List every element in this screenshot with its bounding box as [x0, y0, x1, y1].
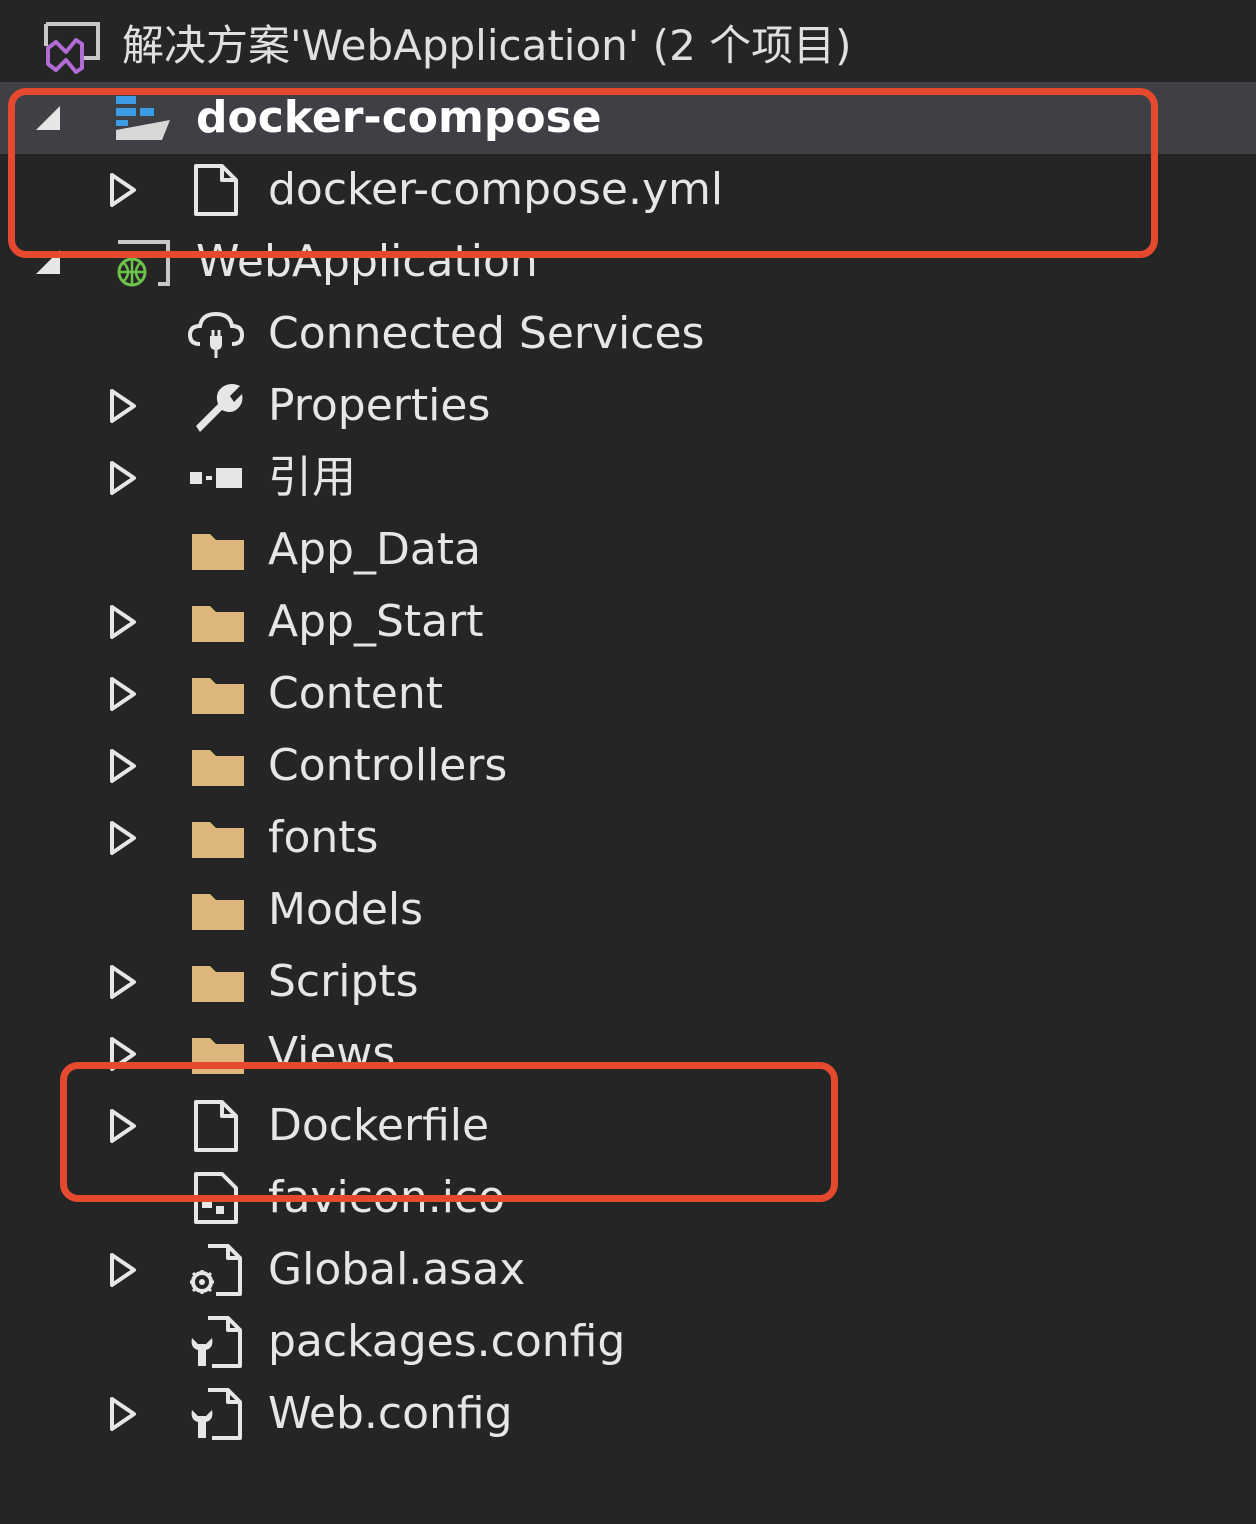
tree-item-favicon[interactable]: favicon.ico	[0, 1162, 1256, 1234]
tree-item-properties[interactable]: Properties	[0, 370, 1256, 442]
tree-item-label: 引用	[268, 452, 356, 503]
tree-item-label: packages.config	[268, 1316, 626, 1367]
expand-arrow-icon[interactable]	[104, 1252, 140, 1288]
references-icon	[190, 468, 242, 488]
tree-item-packages-config[interactable]: packages.config	[0, 1306, 1256, 1378]
collapse-arrow-icon[interactable]	[30, 244, 66, 280]
file-icon	[194, 164, 238, 216]
tree-item-label: Properties	[268, 380, 491, 431]
file-icon	[194, 1100, 238, 1152]
solution-title: 解决方案'WebApplication' (2 个项目)	[122, 21, 852, 70]
expand-arrow-icon[interactable]	[104, 460, 140, 496]
tree-item-connected-services[interactable]: Connected Services	[0, 298, 1256, 370]
visual-studio-solution-icon	[44, 22, 100, 74]
tree-item-references[interactable]: 引用	[0, 442, 1256, 514]
folder-icon	[192, 894, 244, 930]
tree-item-label: docker-compose.yml	[268, 164, 724, 215]
expand-arrow-icon[interactable]	[104, 604, 140, 640]
tree-item-label: Content	[268, 668, 443, 719]
expand-arrow-icon[interactable]	[104, 820, 140, 856]
tree-item-content[interactable]: Content	[0, 658, 1256, 730]
config-file-icon	[191, 1388, 242, 1440]
config-file-icon	[191, 1316, 242, 1368]
folder-icon	[192, 606, 244, 642]
tree-item-scripts[interactable]: Scripts	[0, 946, 1256, 1018]
tree-item-controllers[interactable]: Controllers	[0, 730, 1256, 802]
tree-item-webapplication[interactable]: WebApplication	[0, 226, 1256, 298]
tree-item-label: Global.asax	[268, 1244, 526, 1295]
tree-item-label: Connected Services	[268, 308, 705, 359]
tree-item-views[interactable]: Views	[0, 1018, 1256, 1090]
gear-file-icon	[190, 1244, 242, 1296]
folder-icon	[192, 750, 244, 786]
tree-item-label: Dockerfile	[268, 1100, 490, 1151]
tree-item-models[interactable]: Models	[0, 874, 1256, 946]
expand-arrow-icon[interactable]	[104, 172, 140, 208]
wrench-icon	[196, 384, 243, 432]
tree-item-label: favicon.ico	[268, 1172, 506, 1223]
tree-item-app-data[interactable]: App_Data	[0, 514, 1256, 586]
tree-item-fonts[interactable]: fonts	[0, 802, 1256, 874]
image-file-icon	[194, 1172, 238, 1224]
folder-icon	[192, 1038, 244, 1074]
solution-row[interactable]: 解决方案'WebApplication' (2 个项目)	[0, 10, 1256, 82]
folder-icon	[192, 678, 244, 714]
tree-item-label: Views	[268, 1028, 396, 1079]
tree-item-web-config[interactable]: Web.config	[0, 1378, 1256, 1450]
tree-item-app-start[interactable]: App_Start	[0, 586, 1256, 658]
expand-arrow-icon[interactable]	[104, 1108, 140, 1144]
tree-item-dockerfile[interactable]: Dockerfile	[0, 1090, 1256, 1162]
tree-item-label: WebApplication	[196, 236, 538, 287]
expand-arrow-icon[interactable]	[104, 748, 140, 784]
tree-item-label: App_Data	[268, 524, 482, 575]
collapse-arrow-icon[interactable]	[30, 100, 66, 136]
expand-arrow-icon[interactable]	[104, 388, 140, 424]
expand-arrow-icon[interactable]	[104, 676, 140, 712]
expand-arrow-icon[interactable]	[104, 964, 140, 1000]
tree-item-docker-compose-yml[interactable]: docker-compose.yml	[0, 154, 1256, 226]
tree-item-label: Web.config	[268, 1388, 513, 1439]
tree-item-docker-compose[interactable]: docker-compose	[0, 82, 1256, 154]
tree-item-global-asax[interactable]: Global.asax	[0, 1234, 1256, 1306]
tree-item-label: Scripts	[268, 956, 419, 1007]
tree-item-label: Controllers	[268, 740, 508, 791]
tree-item-label: fonts	[268, 812, 379, 863]
docker-compose-project-icon	[116, 96, 170, 140]
folder-icon	[192, 966, 244, 1002]
folder-icon	[192, 822, 244, 858]
tree-item-label: docker-compose	[196, 92, 602, 143]
expand-arrow-icon[interactable]	[104, 1396, 140, 1432]
connected-services-icon	[187, 311, 245, 358]
tree-item-label: App_Start	[268, 596, 484, 647]
folder-icon	[192, 534, 244, 570]
expand-arrow-icon[interactable]	[104, 1036, 140, 1072]
tree-item-label: Models	[268, 884, 424, 935]
web-project-icon	[117, 240, 170, 287]
